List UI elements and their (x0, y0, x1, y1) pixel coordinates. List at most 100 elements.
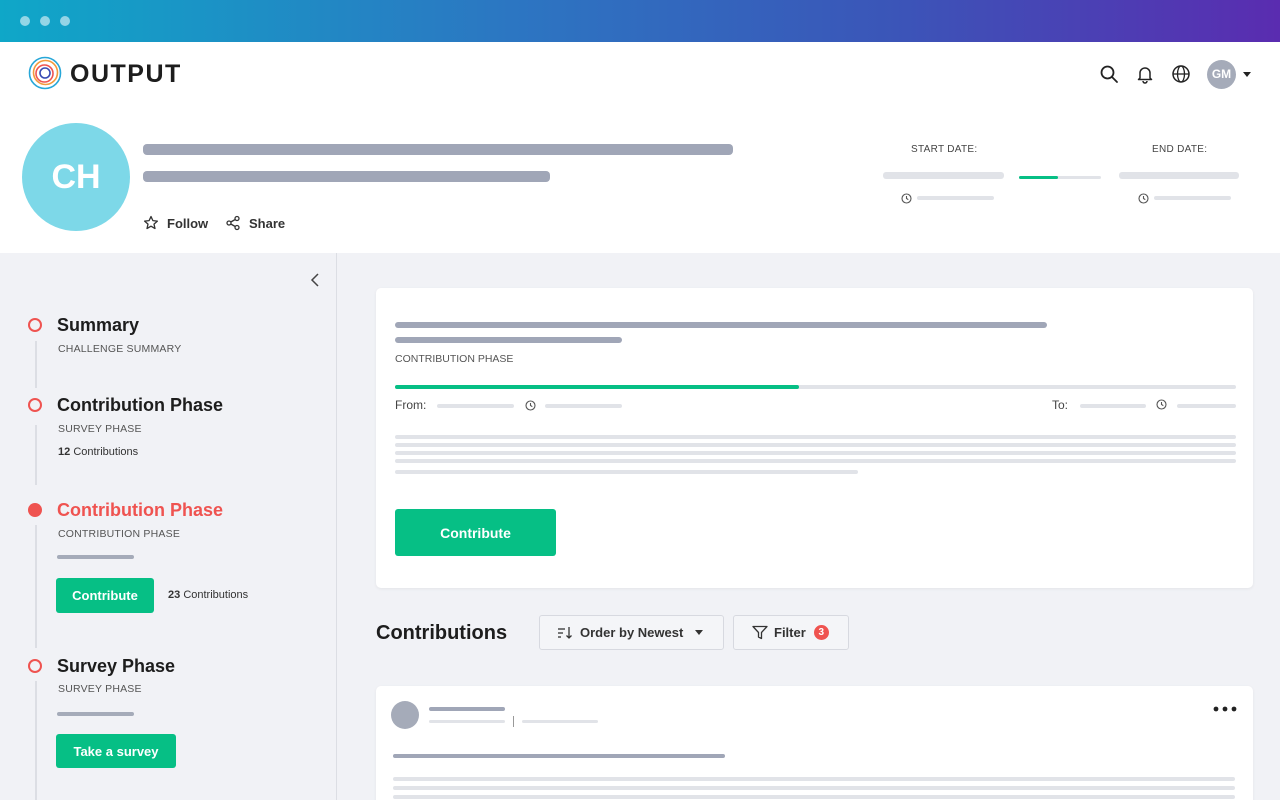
contribute-button[interactable]: Contribute (395, 509, 556, 556)
step-contribution-count: 23 Contributions (168, 589, 248, 601)
sidebar-contribute-button[interactable]: Contribute (56, 578, 154, 613)
phase-progress-bar (395, 385, 1236, 389)
start-time-placeholder (917, 196, 994, 200)
step-subtitle: SURVEY PHASE (58, 683, 142, 695)
post-body-placeholder (393, 795, 1235, 799)
count-label: Contributions (73, 446, 139, 458)
description-line-placeholder (395, 459, 1236, 463)
step-text-placeholder (57, 712, 134, 716)
step-title-contribution-phase[interactable]: Contribution Phase (57, 395, 223, 416)
contributions-title: Contributions (376, 622, 508, 644)
start-date-label: START DATE: (911, 144, 978, 155)
sort-icon (558, 626, 572, 639)
end-time-placeholder (1154, 196, 1231, 200)
window-dot[interactable] (40, 16, 50, 26)
step-subtitle: CONTRIBUTION PHASE (58, 528, 181, 540)
phase-card: CONTRIBUTION PHASE From: To: Contribute (376, 288, 1253, 588)
from-time-placeholder (545, 404, 622, 408)
post-title-placeholder (393, 754, 725, 758)
share-icon (226, 215, 240, 231)
clock-icon (1138, 193, 1149, 204)
phase-type-label: CONTRIBUTION PHASE (395, 353, 514, 365)
step-subtitle: CHALLENGE SUMMARY (58, 343, 182, 355)
start-date-placeholder (883, 172, 1004, 179)
filter-button[interactable]: Filter 3 (733, 615, 849, 650)
filter-label: Filter (774, 625, 806, 640)
from-label: From: (395, 398, 427, 412)
end-date-label: END DATE: (1152, 144, 1208, 155)
title-placeholder (143, 144, 733, 155)
post-date-placeholder (429, 720, 505, 723)
to-label: To: (1052, 398, 1069, 412)
challenge-avatar: CH (22, 123, 130, 231)
description-line-placeholder (395, 443, 1236, 447)
date-progress-bar (1019, 176, 1101, 179)
window-dot[interactable] (60, 16, 70, 26)
step-indicator (28, 659, 42, 673)
chevron-down-icon (695, 630, 704, 635)
step-text-placeholder (57, 555, 134, 559)
description-line-placeholder (395, 470, 858, 474)
from-date-placeholder (437, 404, 514, 408)
brand-name[interactable]: OUTPUT (70, 60, 182, 89)
top-navigation: OUTPUT GM (0, 42, 1280, 110)
step-indicator-active (28, 503, 42, 517)
avatar (391, 701, 419, 729)
chevron-down-icon[interactable] (1243, 72, 1251, 77)
take-survey-button[interactable]: Take a survey (56, 734, 176, 768)
step-title-survey-phase[interactable]: Survey Phase (57, 656, 175, 677)
timeline-line (35, 681, 37, 800)
chevron-left-icon[interactable] (309, 272, 321, 288)
filter-icon (752, 625, 768, 640)
post-body-placeholder (393, 786, 1235, 790)
phase-title-placeholder (395, 322, 1047, 328)
to-date-placeholder (1080, 404, 1146, 408)
window-titlebar (0, 0, 1280, 42)
search-icon[interactable] (1099, 64, 1119, 84)
count-value: 12 (58, 446, 71, 458)
share-button[interactable]: Share (225, 215, 285, 231)
timeline-line (35, 341, 37, 388)
post-body-placeholder (393, 777, 1235, 781)
bell-icon[interactable] (1135, 64, 1155, 84)
subtitle-placeholder (143, 171, 550, 182)
post-time-placeholder (522, 720, 598, 723)
meta-divider (513, 716, 514, 727)
more-options-icon[interactable] (1213, 706, 1237, 712)
output-logo-icon[interactable] (28, 56, 62, 90)
step-indicator (28, 398, 42, 412)
clock-icon (901, 193, 912, 204)
filter-count-badge: 3 (813, 625, 829, 640)
phase-progress-fill (395, 385, 799, 389)
clock-icon (525, 400, 536, 411)
date-progress-fill (1019, 176, 1059, 179)
phase-subtitle-placeholder (395, 337, 622, 343)
step-title-summary[interactable]: Summary (57, 315, 139, 336)
author-name-placeholder (429, 707, 505, 711)
end-date-placeholder (1119, 172, 1239, 179)
count-label: Contributions (183, 589, 249, 601)
step-subtitle: SURVEY PHASE (58, 423, 142, 435)
contribution-card[interactable] (376, 686, 1253, 800)
description-line-placeholder (395, 451, 1236, 455)
order-by-label: Order by Newest (580, 625, 684, 640)
phase-sidebar: Summary CHALLENGE SUMMARY Contribution P… (0, 253, 337, 800)
timeline-line (35, 425, 37, 485)
challenge-header: CH Follow Share START DATE: END DATE: (0, 110, 1280, 253)
follow-label: Follow (167, 215, 209, 231)
timeline-line (35, 525, 37, 648)
step-contribution-count: 12 Contributions (58, 446, 138, 458)
to-time-placeholder (1177, 404, 1236, 408)
count-value: 23 (168, 589, 181, 601)
star-icon (143, 215, 159, 230)
window-dot[interactable] (20, 16, 30, 26)
globe-icon[interactable] (1171, 64, 1191, 84)
step-indicator (28, 318, 42, 332)
follow-button[interactable]: Follow (143, 215, 208, 231)
clock-icon (1156, 399, 1167, 410)
order-by-dropdown[interactable]: Order by Newest (539, 615, 724, 650)
user-avatar[interactable]: GM (1207, 60, 1236, 89)
step-title-contribution-phase-active[interactable]: Contribution Phase (57, 500, 223, 521)
share-label: Share (249, 215, 286, 231)
description-line-placeholder (395, 435, 1236, 439)
